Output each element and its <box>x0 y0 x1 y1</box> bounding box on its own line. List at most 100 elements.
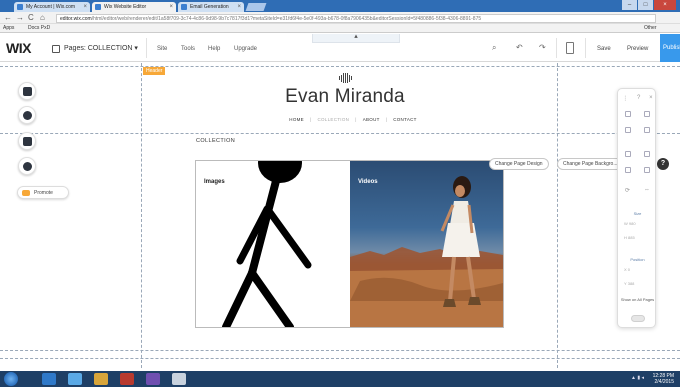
promote-button[interactable]: Promote <box>17 186 69 199</box>
divider <box>585 38 586 58</box>
bookmarks-bar: Apps Docs PxD Other bookmarks <box>0 24 680 40</box>
stick-figure-image <box>222 161 312 327</box>
mobile-view-icon[interactable] <box>566 42 574 54</box>
close-window-icon[interactable]: × <box>654 0 676 10</box>
width-field[interactable]: W 980 <box>624 221 652 226</box>
office-app-icon[interactable] <box>120 373 134 385</box>
window-controls: – □ × <box>622 0 676 10</box>
taskbar-clock[interactable]: 12:28 PM 2/4/2015 <box>653 373 674 385</box>
site-navigation-menu[interactable]: HOME | COLLECTION | ABOUT | CONTACT <box>278 117 428 122</box>
duplicate-icon[interactable] <box>624 127 631 133</box>
close-tab-icon[interactable]: × <box>83 2 87 12</box>
show-on-all-pages-toggle[interactable] <box>631 315 645 322</box>
menu-site[interactable]: Site <box>157 43 167 55</box>
canvas-top-handle[interactable]: ▴ <box>312 33 400 43</box>
gallery-item-images[interactable]: Images <box>196 161 350 327</box>
ie-app-icon[interactable] <box>68 373 82 385</box>
start-button[interactable] <box>4 372 18 386</box>
preview-button[interactable]: Preview <box>627 43 648 55</box>
close-icon[interactable]: × <box>649 95 653 102</box>
files-app-icon[interactable] <box>172 373 186 385</box>
nav-separator: | <box>309 117 312 122</box>
explorer-app-icon[interactable] <box>42 373 56 385</box>
nav-home[interactable]: HOME <box>289 117 304 122</box>
maximize-icon[interactable]: □ <box>638 0 653 10</box>
gallery-item-videos[interactable]: Videos <box>350 161 503 327</box>
cloud-upload-icon <box>23 162 32 171</box>
size-label: Size <box>633 211 642 216</box>
upload-button[interactable] <box>18 157 36 175</box>
distribute-icon[interactable] <box>624 167 631 173</box>
rotate-icon[interactable]: ⟳ <box>625 187 630 194</box>
publish-button[interactable]: Publish <box>660 34 680 62</box>
match-size-icon[interactable] <box>644 167 651 173</box>
help-icon[interactable]: ? <box>657 158 669 170</box>
back-arrow-icon[interactable]: ← <box>4 13 12 23</box>
minimize-icon[interactable]: – <box>622 0 637 10</box>
tab-label: My Account | Wix.com <box>26 4 76 10</box>
arrange-icon[interactable] <box>624 151 631 157</box>
site-title[interactable]: Evan Miranda <box>280 86 410 108</box>
nav-separator: | <box>385 117 388 122</box>
site-logo-icon[interactable] <box>337 73 353 83</box>
media-button[interactable] <box>18 132 36 150</box>
forward-arrow-icon[interactable]: → <box>16 13 24 23</box>
bookmark-apps[interactable]: Apps <box>3 24 14 33</box>
menu-upgrade[interactable]: Upgrade <box>234 43 257 55</box>
nav-about[interactable]: ABOUT <box>363 117 380 122</box>
home-icon[interactable]: ⌂ <box>40 13 45 23</box>
inspector-tools-row-3 <box>618 151 657 157</box>
url-domain: editor.wix.com <box>60 16 92 22</box>
close-tab-icon[interactable]: × <box>237 2 241 12</box>
menu-help[interactable]: Help <box>208 43 220 55</box>
pages-dropdown-label: Pages: COLLECTION <box>64 45 133 52</box>
save-button[interactable]: Save <box>597 43 611 55</box>
browser-tab-wix-editor[interactable]: Wix Website Editor × <box>92 2 176 12</box>
drag-handle-icon[interactable]: ⋮ <box>622 95 628 102</box>
pages-dropdown[interactable]: Pages: COLLECTION ▾ <box>52 43 138 55</box>
delete-icon[interactable] <box>644 127 651 133</box>
pages-icon <box>52 45 60 53</box>
header-section-tag[interactable]: Header <box>143 67 166 75</box>
system-tray-icons[interactable]: ▲ ▮ ◂ <box>631 375 644 381</box>
chrome-app-icon[interactable] <box>94 373 108 385</box>
redo-icon[interactable]: ↷ <box>539 42 546 54</box>
change-page-background-button[interactable]: Change Page Backgro... <box>557 158 624 170</box>
flip-icon[interactable]: ⇔ <box>644 187 650 194</box>
wix-favicon-icon <box>95 4 101 10</box>
chevron-down-icon: ▾ <box>134 45 138 52</box>
browser-tab-my-account[interactable]: My Account | Wix.com × <box>14 2 90 12</box>
add-button[interactable] <box>18 82 36 100</box>
copy-icon[interactable] <box>624 111 631 117</box>
bookmark-docs[interactable]: Docs PxD <box>28 24 50 33</box>
change-page-design-button[interactable]: Change Page Design <box>489 158 549 170</box>
tab-label: Wix Website Editor <box>104 4 147 10</box>
paste-icon[interactable] <box>644 111 651 117</box>
align-icon[interactable] <box>644 151 651 157</box>
divider <box>146 38 147 58</box>
onenote-app-icon[interactable] <box>146 373 160 385</box>
windows-taskbar: ▲ ▮ ◂ 12:28 PM 2/4/2015 <box>0 371 680 387</box>
close-tab-icon[interactable]: × <box>169 2 173 12</box>
menu-tools[interactable]: Tools <box>181 43 195 55</box>
nav-collection[interactable]: COLLECTION <box>317 117 349 122</box>
collection-gallery[interactable]: Images Videos <box>195 160 504 328</box>
tab-label: Email Generation <box>190 4 229 10</box>
collection-heading[interactable]: COLLECTION <box>196 138 235 144</box>
nav-contact[interactable]: CONTACT <box>393 117 417 122</box>
undo-icon[interactable]: ↶ <box>516 42 523 54</box>
gallery-caption: Videos <box>358 179 378 185</box>
browser-tab-email[interactable]: Email Generation × <box>178 2 244 12</box>
zoom-icon[interactable]: ⌕ <box>492 42 496 54</box>
new-tab-button[interactable] <box>245 3 267 11</box>
x-field[interactable]: X 0 <box>624 267 652 272</box>
height-field[interactable]: H 885 <box>624 235 652 240</box>
background-button[interactable] <box>18 106 36 124</box>
reload-icon[interactable]: C <box>28 13 34 23</box>
url-input[interactable]: editor.wix.com/html/editor/web/renderer/… <box>56 14 656 23</box>
promote-label: Promote <box>34 190 53 196</box>
help-icon[interactable]: ? <box>637 95 640 102</box>
wix-logo[interactable]: WIX <box>6 40 31 56</box>
y-field[interactable]: Y 388 <box>624 281 652 286</box>
inspector-header: ⋮ ? × <box>618 95 657 102</box>
